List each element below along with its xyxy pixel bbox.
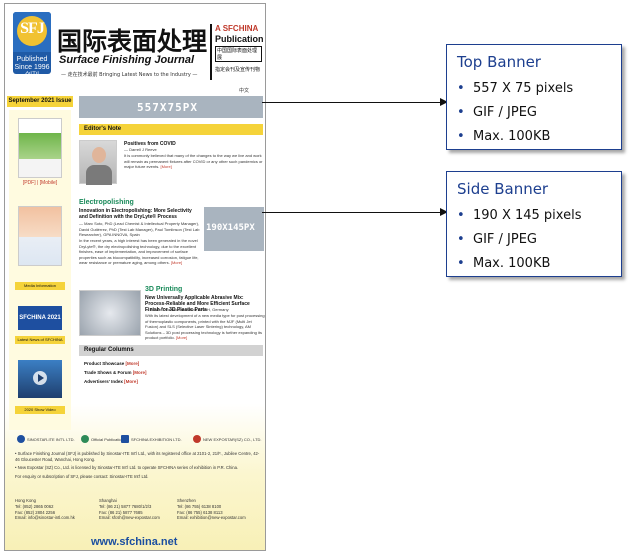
- email-link[interactable]: Email: sfcsh@new-expostar.com: [99, 515, 160, 521]
- more-link[interactable]: [More]: [160, 164, 171, 169]
- editors-note-author: — Darrell J Reeve: [124, 147, 157, 152]
- spec-item: • GIF / JPEG: [457, 232, 537, 247]
- electropolishing-category: Electropolishing: [79, 199, 134, 206]
- issue-cover-image[interactable]: [18, 118, 62, 178]
- partner-sfchina[interactable]: SFCHINA EXHIBITION LTD.: [121, 434, 182, 444]
- regular-columns-header: Regular Columns: [79, 345, 263, 356]
- electropolishing-author: — Marc Soto, PhD (Lead Chemist & Intelle…: [79, 221, 200, 238]
- electropolishing-title[interactable]: Innovation in Electropolishing: More Sel…: [79, 208, 201, 220]
- expostar-logo-icon: [193, 435, 201, 443]
- footnotes: • Surface Finishing Journal (SFJ) is pub…: [15, 451, 260, 479]
- contact-shanghai: Shanghai Tel: (86 21) 5877 7680/1/2/3 Fa…: [99, 498, 160, 521]
- sfj-logo[interactable]: SFJ Published Since 1996 创刊: [13, 12, 51, 74]
- 3d-printing-author: — Rösler Oberflächentechnik GmbH, German…: [145, 307, 229, 312]
- site-url-link[interactable]: www.sfchina.net: [91, 536, 177, 548]
- official-logo-icon: [81, 435, 89, 443]
- top-banner-size: 557X75PX: [137, 101, 198, 114]
- editor-photo: [79, 140, 117, 185]
- newsletter-page: SFJ Published Since 1996 创刊 国际表面处理 Surfa…: [4, 3, 266, 551]
- 3d-printing-photo: [79, 290, 141, 336]
- left-sidebar: [PDF] | [Mobile] Media Information SFCHI…: [9, 110, 71, 430]
- side-banner-arrow-line: [262, 212, 442, 213]
- side-banner-spec-title: Side Banner: [457, 180, 549, 198]
- footnote-3: For enquiry or subscription of SFJ, plea…: [15, 473, 149, 479]
- more-link[interactable]: [More]: [126, 361, 140, 366]
- show-video-button[interactable]: 2020 Show Video: [15, 406, 65, 414]
- sfchina-thumb[interactable]: SFCHINA 2021: [18, 306, 62, 334]
- more-link[interactable]: [More]: [171, 260, 182, 265]
- spec-item: • 190 X 145 pixels: [457, 208, 582, 223]
- footnote-2: • New Expostar (SZ) Co., Ltd. is license…: [15, 465, 239, 471]
- issue-cover-thumb[interactable]: [PDF] | [Mobile]: [18, 118, 62, 186]
- email-link[interactable]: Email: exhibition@new-expostar.com: [177, 515, 246, 521]
- publication-badge: A SFCHINA Publication 中国国际表面处理展 指定会刊及宣传刊…: [210, 24, 264, 80]
- language-link[interactable]: 中文: [239, 87, 249, 94]
- top-banner-arrow-line: [262, 102, 442, 103]
- media-information-button[interactable]: Media Information: [15, 282, 65, 290]
- show-video-thumb[interactable]: [18, 360, 62, 398]
- spec-item: • Max. 100KB: [457, 256, 551, 271]
- more-link[interactable]: [More]: [124, 379, 138, 384]
- contact-hong-kong: Hong Kong Tel: (852) 2865 0062 Fax: (852…: [15, 498, 75, 521]
- 3d-printing-body: With its latest development of a new med…: [145, 313, 265, 341]
- top-banner-spec-title: Top Banner: [457, 53, 541, 71]
- footnote-1: • Surface Finishing Journal (SFJ) is pub…: [15, 451, 260, 462]
- spec-item: • Max. 100KB: [457, 129, 551, 144]
- editors-note-body: It is commonly believed that many of the…: [124, 153, 263, 170]
- editors-note-header: Editor's Note: [79, 124, 263, 135]
- side-banner-placeholder: 190X145PX: [204, 207, 264, 251]
- electropolishing-body: In the recent years, a high interest has…: [79, 238, 199, 266]
- more-link[interactable]: [More]: [133, 370, 147, 375]
- sinostar-logo-icon: [17, 435, 25, 443]
- product-showcase-link[interactable]: Product Showcase [More]: [84, 361, 139, 366]
- masthead: SFJ Published Since 1996 创刊 国际表面处理 Surfa…: [5, 4, 265, 84]
- 3d-printing-category: 3D Printing: [145, 286, 183, 293]
- media-info-thumb[interactable]: [18, 206, 62, 266]
- partner-official[interactable]: Official Publication: [81, 434, 124, 444]
- pdf-mobile-links[interactable]: [PDF] | [Mobile]: [18, 180, 62, 186]
- advertisers-index-link[interactable]: Advertisers' Index [More]: [84, 379, 138, 384]
- journal-title-en: Surface Finishing Journal: [59, 54, 195, 66]
- journal-tagline: — 走在技术最前 Bringing Latest News to the Ind…: [61, 72, 198, 78]
- contact-shenzhen: Shenzhen Tel: (86 755) 6138 8100 Fax: (8…: [177, 498, 246, 521]
- email-link[interactable]: Email: info@sinostar-intl.com.hk: [15, 515, 75, 521]
- video-image[interactable]: [18, 360, 62, 398]
- sfchina-badge[interactable]: SFCHINA 2021: [18, 306, 62, 330]
- sfchina-logo-icon: [121, 435, 129, 443]
- top-banner-placeholder: 557X75PX: [79, 96, 263, 118]
- latest-news-button[interactable]: Latest News of SFCHINA: [15, 336, 65, 344]
- media-info-image[interactable]: [18, 206, 62, 266]
- side-banner-spec-box: Side Banner • 190 X 145 pixels • GIF / JPE…: [446, 171, 622, 277]
- spec-item: • GIF / JPEG: [457, 105, 537, 120]
- partner-sinostar[interactable]: SINOSTAR-ITE INT'L LTD.: [17, 434, 75, 444]
- side-banner-size: 190X145PX: [206, 223, 255, 233]
- spec-item: • 557 X 75 pixels: [457, 81, 574, 96]
- partner-expostar[interactable]: NEW EXPOSTAR(SZ) CO., LTD.: [193, 434, 262, 444]
- more-link[interactable]: [More]: [176, 335, 187, 340]
- trade-shows-link[interactable]: Trade Shows & Forum [More]: [84, 370, 147, 375]
- journal-title-cn: 国际表面处理: [57, 27, 208, 56]
- top-banner-spec-box: Top Banner • 557 X 75 pixels • GIF / JPEG …: [446, 44, 622, 150]
- issue-label: September 2021 Issue: [7, 96, 73, 107]
